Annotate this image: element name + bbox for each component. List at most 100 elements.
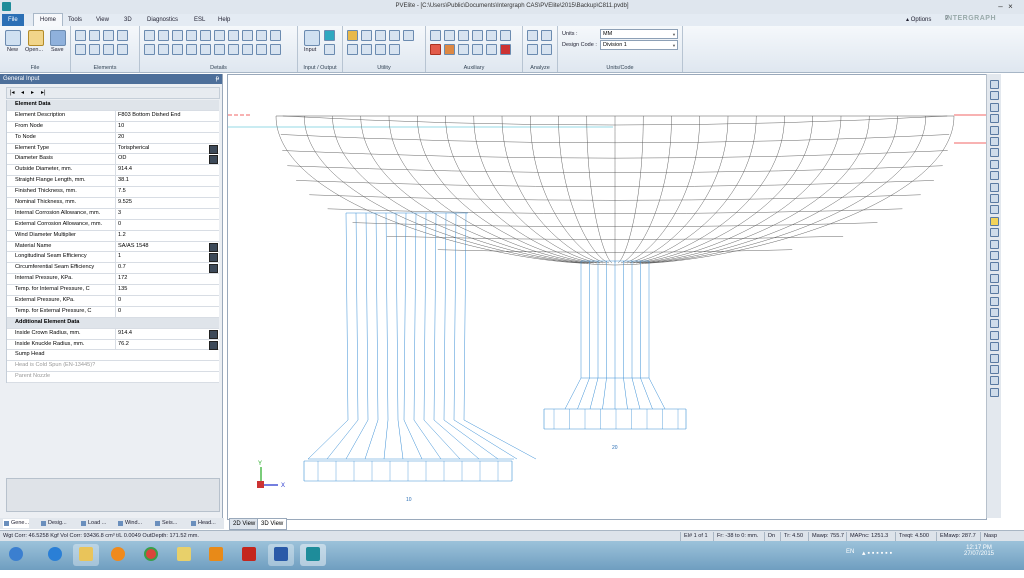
pvelite-taskbar-icon[interactable] <box>300 544 326 566</box>
report-icon[interactable] <box>324 44 335 55</box>
view-tool-icon[interactable] <box>990 194 999 203</box>
tab-seismic[interactable]: Seis... <box>154 519 177 528</box>
property-row[interactable]: External Corrosion Allowance, mm. 0 <box>7 219 219 231</box>
property-value[interactable]: 0.7 <box>115 263 214 274</box>
view-tool-icon[interactable] <box>990 125 999 135</box>
view-tool-icon[interactable] <box>990 91 999 101</box>
aux-tool1-icon[interactable] <box>430 44 441 55</box>
save-icon[interactable] <box>50 30 66 46</box>
tab-diagnostics[interactable]: Diagnostics <box>141 14 184 26</box>
property-row[interactable]: Parent Nozzle <box>7 372 219 384</box>
property-row[interactable]: Finished Thickness, mm. 7.5 <box>7 187 219 199</box>
aux-tool5-icon[interactable] <box>486 44 497 55</box>
property-row[interactable]: Temp. for Internal Pressure, C 135 <box>7 285 219 297</box>
outlook-icon[interactable] <box>203 544 229 566</box>
property-value[interactable]: 914.4 <box>115 328 214 339</box>
ie-icon[interactable] <box>42 544 68 566</box>
browse-button[interactable] <box>209 144 218 154</box>
aux-view-icon[interactable] <box>472 30 483 41</box>
leg-icon[interactable] <box>158 44 169 55</box>
tray-icons[interactable]: ▴ ▪ ▪ ▪ ▪ ▪ ▪ <box>862 549 892 578</box>
open-button[interactable]: Open... <box>25 47 43 53</box>
tab-tools[interactable]: Tools <box>62 14 88 26</box>
next-element-icon[interactable]: ▸ <box>31 89 34 96</box>
errors-icon[interactable] <box>541 30 552 41</box>
globe-icon[interactable] <box>389 44 400 55</box>
units-icon[interactable] <box>347 44 358 55</box>
property-row[interactable]: Inside Crown Radius, mm. 914.4 <box>7 328 219 340</box>
view-tool-icon[interactable] <box>990 262 999 272</box>
view-tool-icon[interactable] <box>990 148 999 158</box>
table-icon[interactable] <box>375 30 386 41</box>
minimize-icon[interactable]: – <box>996 2 1005 11</box>
save-button[interactable]: Save <box>51 47 64 53</box>
tubesheet-icon[interactable] <box>214 44 225 55</box>
browse-button[interactable] <box>209 329 218 339</box>
packing-icon[interactable] <box>186 30 197 41</box>
property-row[interactable]: Straight Flange Length, mm. 38.1 <box>7 176 219 188</box>
property-row[interactable]: From Node 10 <box>7 121 219 133</box>
force-icon[interactable] <box>214 30 225 41</box>
property-row[interactable]: Wind Diameter Multiplier 1.2 <box>7 230 219 242</box>
media-player-icon[interactable] <box>105 544 131 566</box>
options-menu[interactable]: ▴ Options <box>906 16 931 23</box>
nozzle-icon[interactable] <box>158 30 169 41</box>
units-select[interactable]: MM ▼ <box>600 29 678 39</box>
property-value[interactable]: 20 <box>115 132 214 143</box>
weight-icon[interactable] <box>200 30 211 41</box>
tab-heads[interactable]: Head... <box>190 519 216 528</box>
start-button[interactable] <box>3 544 29 566</box>
browse-button[interactable] <box>209 264 218 274</box>
tab-wind[interactable]: Wind... <box>117 519 142 528</box>
vessel-wireframe[interactable]: 10 20 Y X <box>228 75 986 519</box>
view-tool-icon[interactable] <box>990 216 999 226</box>
view-tool-icon[interactable] <box>990 296 999 306</box>
head-icon[interactable] <box>89 30 100 41</box>
run-icon[interactable] <box>527 44 538 55</box>
welded-flat-icon[interactable] <box>117 30 128 41</box>
property-row[interactable]: Element Type Torispherical <box>7 143 219 155</box>
aux-data-icon[interactable] <box>486 30 497 41</box>
config-icon[interactable] <box>375 44 386 55</box>
property-value[interactable]: Torispherical <box>115 143 214 154</box>
cylinder-icon[interactable] <box>75 30 86 41</box>
property-value[interactable]: 0 <box>115 306 214 317</box>
tab-design[interactable]: Desig... <box>40 519 67 528</box>
property-row[interactable]: Diameter Basis OD <box>7 154 219 166</box>
property-value[interactable]: 38.1 <box>115 176 214 187</box>
view-tool-icon[interactable] <box>990 376 999 386</box>
input-icon[interactable] <box>304 30 320 46</box>
property-row[interactable]: To Node 20 <box>7 132 219 144</box>
property-value[interactable]: OD <box>115 154 214 165</box>
property-row[interactable]: Outside Diameter, mm. 914.4 <box>7 165 219 177</box>
aux-edit-icon[interactable] <box>458 30 469 41</box>
aux-tool3-icon[interactable] <box>458 44 469 55</box>
view-tool-icon[interactable] <box>990 80 999 89</box>
view-tool-icon[interactable] <box>990 114 999 124</box>
tab-general[interactable]: Gene... <box>3 519 30 528</box>
open-icon[interactable] <box>28 30 44 46</box>
view-tool-icon[interactable] <box>990 365 999 374</box>
aux-open-icon[interactable] <box>430 30 441 41</box>
opening-icon[interactable] <box>256 44 267 55</box>
view-tool-icon[interactable] <box>990 342 999 352</box>
saddle-icon[interactable] <box>144 44 155 55</box>
insulation-icon[interactable] <box>242 30 253 41</box>
liquid-icon[interactable] <box>228 30 239 41</box>
property-value[interactable]: 9.525 <box>115 198 214 208</box>
transition-icon[interactable] <box>103 44 114 55</box>
view-tool-icon[interactable] <box>990 353 999 363</box>
view-tool-icon[interactable] <box>990 285 999 295</box>
property-value[interactable]: 10 <box>115 121 214 132</box>
property-row[interactable]: Element Description F803 Bottom Dished En… <box>7 110 219 122</box>
cone-icon[interactable] <box>103 30 114 41</box>
new-icon[interactable] <box>5 30 21 46</box>
skirt-icon[interactable] <box>75 44 86 55</box>
property-row[interactable]: Internal Corrosion Allowance, mm. 3 <box>7 208 219 220</box>
language-indicator[interactable]: EN <box>846 549 854 578</box>
view-tool-icon[interactable] <box>990 308 999 317</box>
property-value[interactable]: 76.2 <box>115 339 214 350</box>
chrome-icon[interactable] <box>138 544 164 566</box>
zoom-icon[interactable] <box>389 30 400 41</box>
view-tool-icon[interactable] <box>990 102 999 112</box>
